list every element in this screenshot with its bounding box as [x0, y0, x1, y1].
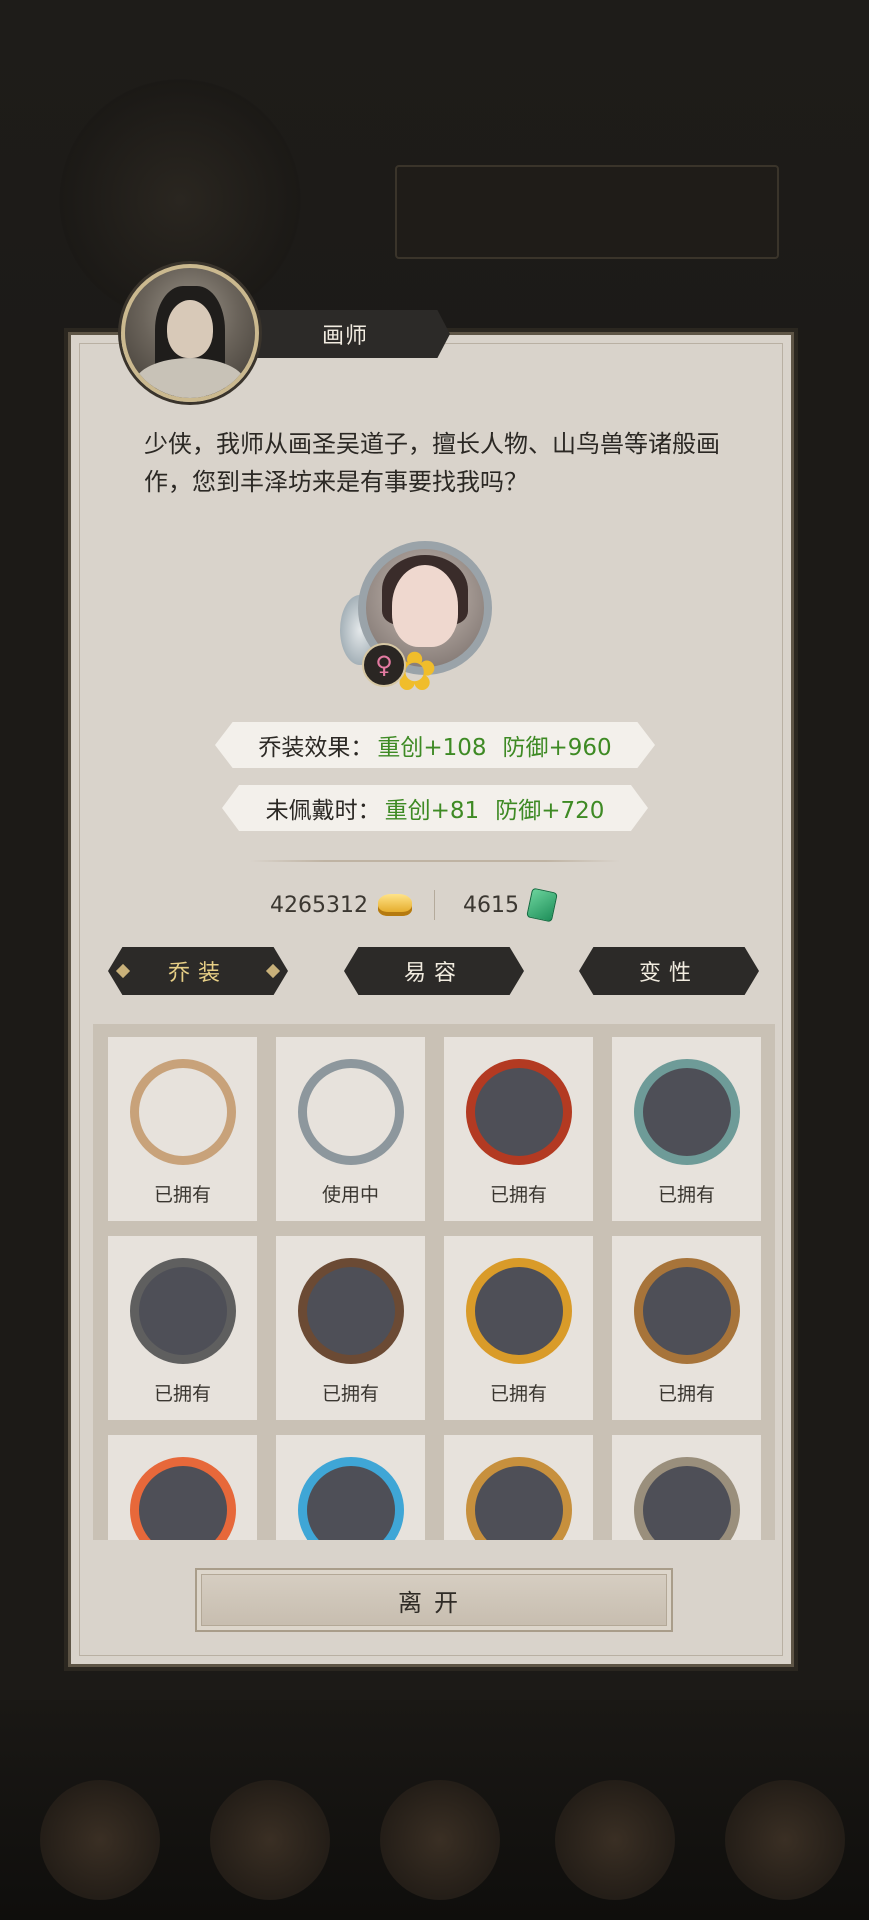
jade-currency: 4615 [463, 887, 558, 923]
currency-separator [434, 890, 435, 920]
frame-item[interactable]: 已拥有 [612, 1037, 761, 1221]
frame-ring [130, 1457, 236, 1540]
avatar-frame-preview: ✿ [340, 535, 510, 705]
tab-face-change-label: 易容 [403, 961, 464, 986]
npc-name: 画师 [240, 310, 450, 358]
frame-ring [466, 1059, 572, 1165]
tab-disguise-label: 乔装 [167, 961, 228, 986]
frame-item[interactable] [276, 1435, 425, 1540]
frame-ring [634, 1457, 740, 1540]
gold-currency: 4265312 [270, 887, 412, 923]
tab-face-change[interactable]: 易容 [344, 947, 524, 995]
frame-ring [634, 1059, 740, 1165]
frame-status: 已拥有 [153, 1184, 211, 1206]
background-nav-icon [40, 1780, 160, 1900]
frame-ring [130, 1258, 236, 1364]
frame-item[interactable]: 已拥有 [276, 1236, 425, 1420]
background-nav-icon [555, 1780, 675, 1900]
frame-ring [130, 1059, 236, 1165]
equip-effect-banner: 乔装效果： 重创+108 防御+960 [215, 722, 655, 768]
frame-status: 已拥有 [321, 1383, 379, 1405]
frame-ring [466, 1258, 572, 1364]
frame-item[interactable]: 已拥有 [444, 1236, 593, 1420]
frame-item[interactable] [108, 1435, 257, 1540]
frame-status: 已拥有 [657, 1383, 715, 1405]
frame-item[interactable] [444, 1435, 593, 1540]
equip-effect-label: 乔装效果： [258, 735, 374, 761]
frame-status: 使用中 [321, 1184, 379, 1206]
unworn-effect-label: 未佩戴时： [265, 798, 381, 824]
leave-button[interactable]: 离开 [195, 1568, 673, 1632]
frame-item[interactable]: 已拥有 [444, 1037, 593, 1221]
frame-ring [466, 1457, 572, 1540]
npc-dialogue-text: 少侠，我师从画圣吴道子，擅长人物、山鸟兽等诸般画作，您到丰泽坊来是有事要找我吗？ [144, 430, 720, 496]
background-nav-icon [210, 1780, 330, 1900]
frame-item[interactable]: 已拥有 [108, 1037, 257, 1221]
equip-effect-crit: 重创+108 [377, 735, 487, 761]
background-nav-icon [380, 1780, 500, 1900]
jade-amount: 4615 [463, 892, 519, 918]
frame-ring [634, 1258, 740, 1364]
avatar-frame-grid[interactable]: 已拥有 使用中 已拥有 已拥有 已拥有 已拥有 已拥有 已拥有 [93, 1024, 775, 1540]
ornamental-divider [250, 860, 620, 862]
tab-gender-change-label: 变性 [638, 961, 699, 986]
frame-status: 已拥有 [489, 1184, 547, 1206]
frame-item[interactable]: 已拥有 [612, 1236, 761, 1420]
equip-effect-defense: 防御+960 [502, 735, 612, 761]
npc-avatar [121, 264, 259, 402]
jade-icon [526, 887, 558, 923]
frame-item[interactable]: 已拥有 [108, 1236, 257, 1420]
female-gender-icon: ♀ [362, 643, 406, 687]
frame-status: 已拥有 [153, 1383, 211, 1405]
gold-amount: 4265312 [270, 892, 368, 918]
frame-status: 已拥有 [657, 1184, 715, 1206]
frame-item[interactable] [612, 1435, 761, 1540]
tab-gender-change[interactable]: 变性 [579, 947, 759, 995]
background-nav-icon [725, 1780, 845, 1900]
unworn-effect-defense: 防御+720 [495, 798, 605, 824]
background-banner [395, 165, 779, 259]
unworn-effect-crit: 重创+81 [384, 798, 480, 824]
frame-status: 已拥有 [489, 1383, 547, 1405]
frame-ring [298, 1258, 404, 1364]
frame-item[interactable]: 使用中 [276, 1037, 425, 1221]
frame-ring [298, 1457, 404, 1540]
gold-ingot-icon [377, 894, 412, 916]
unworn-effect-banner: 未佩戴时： 重创+81 防御+720 [222, 785, 648, 831]
tab-disguise[interactable]: 乔装 [108, 947, 288, 995]
frame-ring [298, 1059, 404, 1165]
